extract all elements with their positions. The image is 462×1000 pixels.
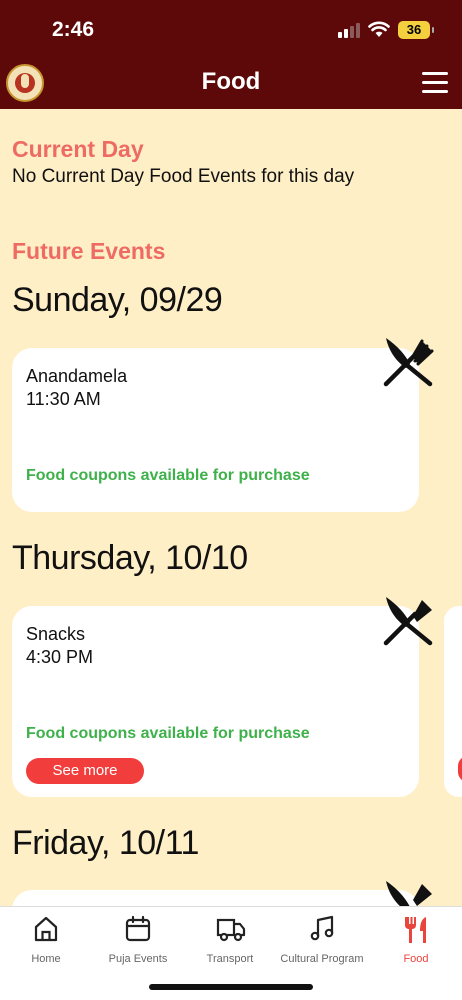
fork-knife-icon (383, 338, 434, 387)
event-time: 11:30 AM (26, 389, 101, 409)
music-note-icon (310, 915, 334, 941)
wifi-icon (368, 21, 390, 37)
battery-icon: 36 (398, 21, 434, 39)
next-event-card-peek[interactable] (444, 606, 462, 797)
event-card[interactable]: Anandamela 11:30 AM Food coupons availab… (12, 348, 419, 512)
tab-label: Puja Events (108, 953, 168, 965)
day-heading: Thursday, 10/10 (12, 539, 248, 577)
tab-label: Cultural Program (280, 953, 364, 965)
tab-transport[interactable]: Transport (184, 907, 276, 977)
event-name: Anandamela (26, 366, 128, 386)
day-heading: Sunday, 09/29 (12, 281, 223, 319)
status-time: 2:46 (52, 18, 95, 41)
hamburger-menu-icon[interactable] (422, 72, 448, 94)
page-title: Food (201, 68, 261, 95)
tab-home[interactable]: Home (0, 907, 92, 977)
truck-icon (216, 918, 246, 942)
event-name: Snacks (26, 624, 86, 644)
tab-label: Food (403, 953, 429, 965)
top-app-bar: Food (0, 58, 462, 109)
fork-knife-icon (383, 597, 433, 646)
tab-food[interactable]: Food (370, 907, 462, 977)
tab-label: Transport (206, 953, 254, 965)
tab-puja-events[interactable]: Puja Events (92, 907, 184, 977)
fork-knife-icon (405, 917, 426, 943)
coupon-note: Food coupons available for purchase (26, 725, 310, 742)
coupon-note: Food coupons available for purchase (26, 467, 310, 484)
calendar-icon (125, 915, 151, 942)
event-card[interactable]: Snacks 4:30 PM Food coupons available fo… (12, 606, 419, 797)
home-indicator (149, 984, 313, 990)
status-bar: 2:46 36 (0, 0, 462, 58)
no-events-message: No Current Day Food Events for this day (12, 166, 355, 187)
event-time: 4:30 PM (26, 647, 94, 667)
tab-label: Home (31, 953, 61, 965)
see-more-button[interactable]: See more (26, 758, 144, 784)
day-heading: Friday, 10/11 (12, 824, 199, 862)
future-events-title: Future Events (12, 238, 166, 264)
tab-cultural-program[interactable]: Cultural Program (276, 907, 368, 977)
home-icon (34, 916, 58, 942)
cellular-signal-icon (338, 22, 362, 38)
current-day-title: Current Day (12, 136, 144, 162)
